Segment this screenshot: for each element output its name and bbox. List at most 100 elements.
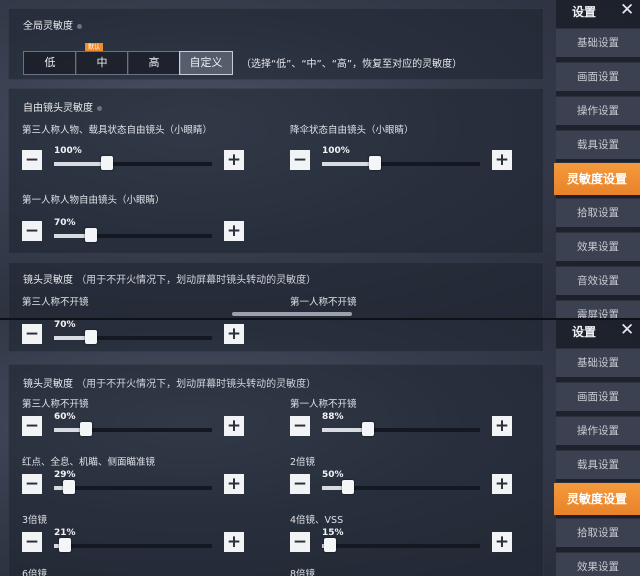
level-high-button[interactable]: 高 xyxy=(127,51,181,75)
minus-button[interactable]: − xyxy=(22,324,42,344)
plus-button[interactable]: + xyxy=(224,416,244,436)
plus-button[interactable]: + xyxy=(224,324,244,344)
plus-button[interactable]: + xyxy=(224,474,244,494)
minus-button[interactable]: − xyxy=(22,221,42,241)
slider-handle[interactable] xyxy=(342,480,354,494)
plus-button[interactable]: + xyxy=(224,221,244,241)
minus-button[interactable]: − xyxy=(22,532,42,552)
close-icon[interactable]: ✕ xyxy=(620,320,634,340)
slider-fill xyxy=(54,162,107,166)
slider-label: 2倍镜 xyxy=(290,457,316,468)
settings-sidebar: 设置 ✕ 基础设置 画面设置 操作设置 载具设置 灵敏度设置 拾取设置 效果设置… xyxy=(554,0,640,318)
slider-fill xyxy=(322,162,375,166)
level-low-button[interactable]: 低 xyxy=(23,51,77,75)
sidebar-title: 设置 xyxy=(572,5,597,19)
slider-label: 红点、全息、机瞄、侧面瞄准镜 xyxy=(22,457,156,468)
minus-button[interactable]: − xyxy=(22,474,42,494)
sidebar-item-basic[interactable]: 基础设置 xyxy=(556,348,640,377)
slider-label: 降伞状态自由镜头（小眼睛） xyxy=(290,125,414,136)
slider-value-label: 60% xyxy=(54,412,76,422)
slider-value-label: 15% xyxy=(322,528,344,538)
slider-track[interactable]: 50% xyxy=(322,470,480,494)
slider-track[interactable]: 15% xyxy=(322,528,480,552)
camera-sensitivity-title: 镜头灵敏度 （用于不开火情况下，划动屏幕时镜头转动的灵敏度） xyxy=(23,275,317,286)
minus-button[interactable]: − xyxy=(290,532,310,552)
minus-button[interactable]: − xyxy=(290,150,310,170)
slider-track[interactable]: 21% xyxy=(54,528,212,552)
slider-track[interactable]: 100% xyxy=(322,146,480,170)
slider-label: 第一人称不开镜 xyxy=(290,399,357,410)
sidebar-item-sensitivity[interactable]: 灵敏度设置 xyxy=(554,482,640,515)
slider-label: 第三人称不开镜 xyxy=(22,297,89,308)
sidebar-item-graphics[interactable]: 画面设置 xyxy=(556,382,640,411)
sidebar-item-basic[interactable]: 基础设置 xyxy=(556,28,640,57)
level-medium-button[interactable]: 中 xyxy=(75,51,129,75)
slider-label: 4倍镜、VSS xyxy=(290,515,344,526)
slider-handle[interactable] xyxy=(324,538,336,552)
slider-value-label: 29% xyxy=(54,470,76,480)
slider-handle[interactable] xyxy=(63,480,75,494)
level-custom-button[interactable]: 自定义 xyxy=(179,51,233,75)
sidebar-item-sensitivity[interactable]: 灵敏度设置 xyxy=(554,162,640,195)
sidebar-item-controls[interactable]: 操作设置 xyxy=(556,96,640,125)
slider-track[interactable]: 100% xyxy=(54,146,212,170)
slider-handle[interactable] xyxy=(80,422,92,436)
slider-value-label: 88% xyxy=(322,412,344,422)
plus-button[interactable]: + xyxy=(492,416,512,436)
plus-button[interactable]: + xyxy=(492,532,512,552)
slider-handle[interactable] xyxy=(85,330,97,344)
slider-track[interactable]: 70% xyxy=(54,320,212,344)
slider-handle[interactable] xyxy=(85,228,97,242)
sidebar-item-vehicle[interactable]: 载具设置 xyxy=(556,450,640,479)
slider-value-label: 70% xyxy=(54,218,76,228)
plus-button[interactable]: + xyxy=(492,150,512,170)
camera-sensitivity-title: 镜头灵敏度 （用于不开火情况下，划动屏幕时镜头转动的灵敏度） xyxy=(23,379,317,390)
slider-handle[interactable] xyxy=(59,538,71,552)
minus-button[interactable]: − xyxy=(290,474,310,494)
free-look-title: 自由镜头灵敏度 xyxy=(23,99,102,114)
slider-track[interactable]: 60% xyxy=(54,412,212,436)
slider-value-label: 21% xyxy=(54,528,76,538)
slider-track[interactable]: 29% xyxy=(54,470,212,494)
scrollbar[interactable] xyxy=(232,312,352,316)
slider-handle[interactable] xyxy=(369,156,381,170)
slider-track[interactable]: 88% xyxy=(322,412,480,436)
sidebar-header: 设置 ✕ xyxy=(556,320,640,344)
plus-button[interactable]: + xyxy=(492,474,512,494)
slider-handle[interactable] xyxy=(101,156,113,170)
sidebar-item-audio[interactable]: 音效设置 xyxy=(556,266,640,295)
screenshot-top: 全局灵敏度 默认 低 中 高 自定义 （选择“低”、“中”、“高”，恢复至对应的… xyxy=(0,0,640,318)
sidebar-item-controls[interactable]: 操作设置 xyxy=(556,416,640,445)
sidebar-header: 设置 ✕ xyxy=(556,0,640,24)
sidebar-item-shake[interactable]: 震屏设置 xyxy=(556,300,640,318)
slider-label: 3倍镜 xyxy=(22,515,48,526)
global-sensitivity-title: 全局灵敏度 xyxy=(23,17,82,32)
sidebar-item-graphics[interactable]: 画面设置 xyxy=(556,62,640,91)
slider-label: 第一人称不开镜 xyxy=(290,297,357,308)
slider-value-label: 100% xyxy=(322,146,350,156)
settings-sidebar: 设置 ✕ 基础设置 画面设置 操作设置 载具设置 灵敏度设置 拾取设置 效果设置 xyxy=(554,320,640,576)
slider-value-label: 100% xyxy=(54,146,82,156)
sidebar-item-effects[interactable]: 效果设置 xyxy=(556,232,640,261)
sidebar-item-vehicle[interactable]: 载具设置 xyxy=(556,130,640,159)
minus-button[interactable]: − xyxy=(22,416,42,436)
minus-button[interactable]: − xyxy=(290,416,310,436)
sidebar-item-pickup[interactable]: 拾取设置 xyxy=(556,518,640,547)
sidebar-item-pickup[interactable]: 拾取设置 xyxy=(556,198,640,227)
slider-track[interactable]: 70% xyxy=(54,218,212,242)
level-note: （选择“低”、“中”、“高”，恢复至对应的灵敏度） xyxy=(241,59,463,70)
sidebar-item-effects[interactable]: 效果设置 xyxy=(556,552,640,576)
camera-sensitivity-section: 镜头灵敏度 （用于不开火情况下，划动屏幕时镜头转动的灵敏度） xyxy=(8,262,544,318)
sidebar-title: 设置 xyxy=(572,325,597,339)
plus-button[interactable]: + xyxy=(224,150,244,170)
slider-label: 6倍镜 xyxy=(22,569,48,576)
screenshot-bottom: − 70% + 镜头灵敏度 （用于不开火情况下，划动屏幕时镜头转动的灵敏度） 第… xyxy=(0,320,640,576)
slider-label: 8倍镜 xyxy=(290,569,316,576)
close-icon[interactable]: ✕ xyxy=(620,0,634,20)
slider-handle[interactable] xyxy=(362,422,374,436)
slider-label: 第三人称不开镜 xyxy=(22,399,89,410)
global-sensitivity-section: 全局灵敏度 默认 低 中 高 自定义 （选择“低”、“中”、“高”，恢复至对应的… xyxy=(8,8,544,80)
slider-label: 第一人称人物自由镜头（小眼睛） xyxy=(22,195,165,206)
plus-button[interactable]: + xyxy=(224,532,244,552)
minus-button[interactable]: − xyxy=(22,150,42,170)
